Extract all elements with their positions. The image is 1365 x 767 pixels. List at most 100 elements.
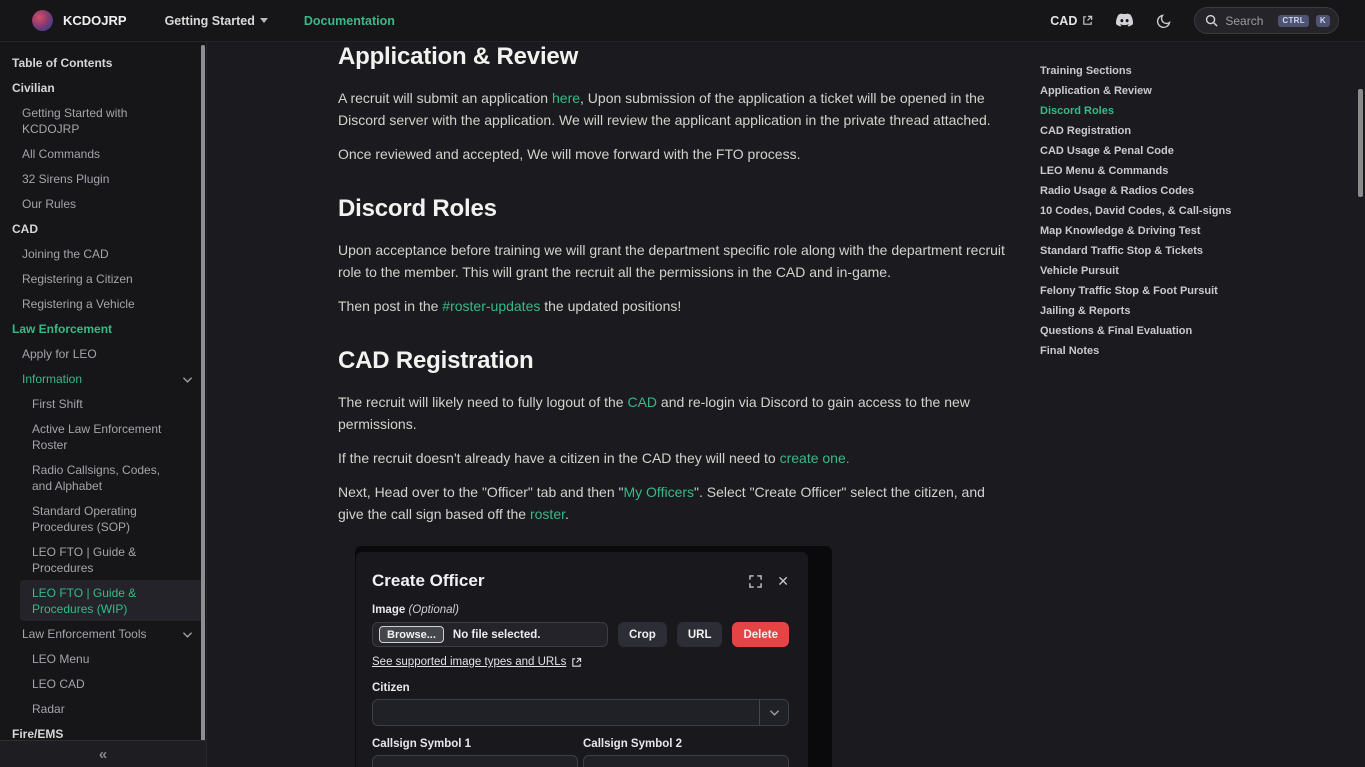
- url-button[interactable]: URL: [677, 622, 723, 647]
- sidebar-item-law-enforcement-tools[interactable]: Law Enforcement Tools: [0, 621, 206, 646]
- sidebar-scrollbar[interactable]: [201, 45, 205, 757]
- heading-discord-roles: Discord Roles: [338, 195, 1010, 223]
- sidebar-item-first-shift[interactable]: First Shift: [0, 391, 206, 416]
- navbar-right: CAD Search CTRL K: [1050, 7, 1339, 34]
- delete-button[interactable]: Delete: [732, 622, 789, 647]
- sidebar-item-information[interactable]: Information: [0, 366, 206, 391]
- image-file-input[interactable]: Browse... No file selected.: [372, 622, 608, 647]
- browse-button[interactable]: Browse...: [379, 626, 444, 643]
- sidebar-item-leo-fto-guide-wip[interactable]: LEO FTO | Guide & Procedures (WIP): [20, 580, 204, 621]
- sidebar-item-registering-a-citizen[interactable]: Registering a Citizen: [0, 266, 206, 291]
- toc-item-10-codes[interactable]: 10 Codes, David Codes, & Call-signs: [1040, 206, 1340, 217]
- link-roster-updates[interactable]: #roster-updates: [442, 298, 540, 314]
- chevron-down-icon: [182, 374, 193, 385]
- citizen-select[interactable]: [372, 699, 789, 726]
- toc-item-application-review[interactable]: Application & Review: [1040, 86, 1340, 97]
- doc-content: Application & Review A recruit will subm…: [338, 42, 1010, 767]
- toc-item-questions-final-eval[interactable]: Questions & Final Evaluation: [1040, 326, 1340, 337]
- sidebar-item-sop[interactable]: Standard Operating Procedures (SOP): [0, 498, 206, 539]
- callsign2-input[interactable]: [583, 755, 789, 767]
- modal-title: Create Officer: [372, 571, 749, 591]
- create-officer-screenshot: Create Officer ✕ Image (Optional) Browse…: [355, 546, 832, 767]
- expand-icon[interactable]: [749, 575, 762, 588]
- toc-item-felony-traffic-stop[interactable]: Felony Traffic Stop & Foot Pursuit: [1040, 286, 1340, 297]
- sidebar-item-radar[interactable]: Radar: [0, 696, 206, 721]
- sidebar-item-radio-callsigns[interactable]: Radio Callsigns, Codes, and Alphabet: [0, 457, 206, 498]
- toc-item-leo-menu-commands[interactable]: LEO Menu & Commands: [1040, 166, 1340, 177]
- sidebar-section-civilian[interactable]: Civilian: [0, 75, 206, 100]
- kbd-k: K: [1316, 15, 1330, 27]
- paragraph: The recruit will likely need to fully lo…: [338, 391, 1010, 435]
- sidebar-item-registering-a-vehicle[interactable]: Registering a Vehicle: [0, 291, 206, 316]
- paragraph: Then post in the #roster-updates the upd…: [338, 295, 1010, 317]
- kbd-ctrl: CTRL: [1278, 15, 1309, 27]
- sidebar-item-apply-for-leo[interactable]: Apply for LEO: [0, 341, 206, 366]
- chevron-down-icon: [260, 18, 268, 23]
- toc-item-jailing-reports[interactable]: Jailing & Reports: [1040, 306, 1340, 317]
- search-input[interactable]: Search CTRL K: [1194, 7, 1339, 34]
- paragraph: If the recruit doesn't already have a ci…: [338, 447, 1010, 469]
- heading-cad-registration: CAD Registration: [338, 347, 1010, 375]
- link-cad[interactable]: CAD: [627, 394, 657, 410]
- sidebar-item-leo-cad[interactable]: LEO CAD: [0, 671, 206, 696]
- theme-toggle-moon-icon[interactable]: [1156, 13, 1172, 29]
- callsign1-input[interactable]: [372, 755, 578, 767]
- sidebar-item-leo-menu[interactable]: LEO Menu: [0, 646, 206, 671]
- page-outline: Training Sections Application & Review D…: [1040, 66, 1340, 366]
- sidebar-section-cad[interactable]: CAD: [0, 216, 206, 241]
- heading-application-review: Application & Review: [338, 43, 1010, 71]
- sidebar-collapse-button[interactable]: «: [0, 740, 206, 767]
- link-here[interactable]: here: [552, 90, 580, 106]
- search-icon: [1205, 14, 1218, 27]
- sidebar-item-getting-started[interactable]: Getting Started with KCDOJRP: [0, 100, 206, 141]
- citizen-label: Citizen: [372, 682, 789, 694]
- collapse-icon: «: [99, 746, 107, 763]
- paragraph: Upon acceptance before training we will …: [338, 239, 1010, 283]
- toc-item-vehicle-pursuit[interactable]: Vehicle Pursuit: [1040, 266, 1340, 277]
- image-field-label: Image (Optional): [372, 604, 789, 616]
- no-file-text: No file selected.: [453, 629, 541, 641]
- nav-cad-external-link[interactable]: CAD: [1050, 14, 1093, 28]
- toc-item-map-knowledge[interactable]: Map Knowledge & Driving Test: [1040, 226, 1340, 237]
- discord-icon[interactable]: [1115, 13, 1134, 28]
- toc-item-standard-traffic-stop[interactable]: Standard Traffic Stop & Tickets: [1040, 246, 1340, 257]
- sidebar-item-all-commands[interactable]: All Commands: [0, 141, 206, 166]
- link-create-one[interactable]: create one.: [780, 450, 850, 466]
- window-scrollbar[interactable]: [1358, 89, 1363, 197]
- toc-item-discord-roles[interactable]: Discord Roles: [1040, 106, 1340, 117]
- toc-item-radio-usage-codes[interactable]: Radio Usage & Radios Codes: [1040, 186, 1340, 197]
- link-roster[interactable]: roster: [530, 506, 565, 522]
- site-logo: [32, 10, 53, 31]
- sidebar-item-our-rules[interactable]: Our Rules: [0, 191, 206, 216]
- chevron-down-icon: [759, 700, 788, 725]
- link-my-officers[interactable]: My Officers: [623, 484, 694, 500]
- brand-title[interactable]: KCDOJRP: [63, 13, 127, 28]
- toc-item-cad-registration[interactable]: CAD Registration: [1040, 126, 1340, 137]
- nav-documentation[interactable]: Documentation: [304, 14, 395, 28]
- callsign2-label: Callsign Symbol 2: [583, 738, 789, 750]
- paragraph: A recruit will submit an application her…: [338, 87, 1010, 131]
- sidebar-item-table-of-contents[interactable]: Table of Contents: [0, 50, 206, 75]
- paragraph: Next, Head over to the "Officer" tab and…: [338, 481, 1010, 525]
- sidebar-item-32-sirens-plugin[interactable]: 32 Sirens Plugin: [0, 166, 206, 191]
- navbar: KCDOJRP Getting Started Documentation CA…: [0, 0, 1365, 42]
- paragraph: Once reviewed and accepted, We will move…: [338, 143, 1010, 165]
- crop-button[interactable]: Crop: [618, 622, 667, 647]
- callsign1-label: Callsign Symbol 1: [372, 738, 578, 750]
- sidebar-item-leo-fto-guide[interactable]: LEO FTO | Guide & Procedures: [0, 539, 206, 580]
- external-link-icon: [1082, 15, 1093, 26]
- nav-getting-started[interactable]: Getting Started: [165, 14, 268, 28]
- toc-item-training-sections[interactable]: Training Sections: [1040, 66, 1340, 77]
- toc-item-final-notes[interactable]: Final Notes: [1040, 346, 1340, 357]
- sidebar-item-joining-the-cad[interactable]: Joining the CAD: [0, 241, 206, 266]
- toc-item-cad-usage-penal-code[interactable]: CAD Usage & Penal Code: [1040, 146, 1340, 157]
- supported-image-types-link[interactable]: See supported image types and URLs: [372, 656, 566, 668]
- external-link-icon: [571, 657, 582, 668]
- sidebar-section-law-enforcement[interactable]: Law Enforcement: [0, 316, 206, 341]
- sidebar-item-active-le-roster[interactable]: Active Law Enforcement Roster: [0, 416, 206, 457]
- close-icon[interactable]: ✕: [777, 573, 789, 590]
- search-placeholder: Search: [1225, 14, 1263, 28]
- sidebar-nav: Table of Contents Civilian Getting Start…: [0, 42, 207, 767]
- chevron-down-icon: [182, 629, 193, 640]
- create-officer-modal: Create Officer ✕ Image (Optional) Browse…: [356, 552, 808, 767]
